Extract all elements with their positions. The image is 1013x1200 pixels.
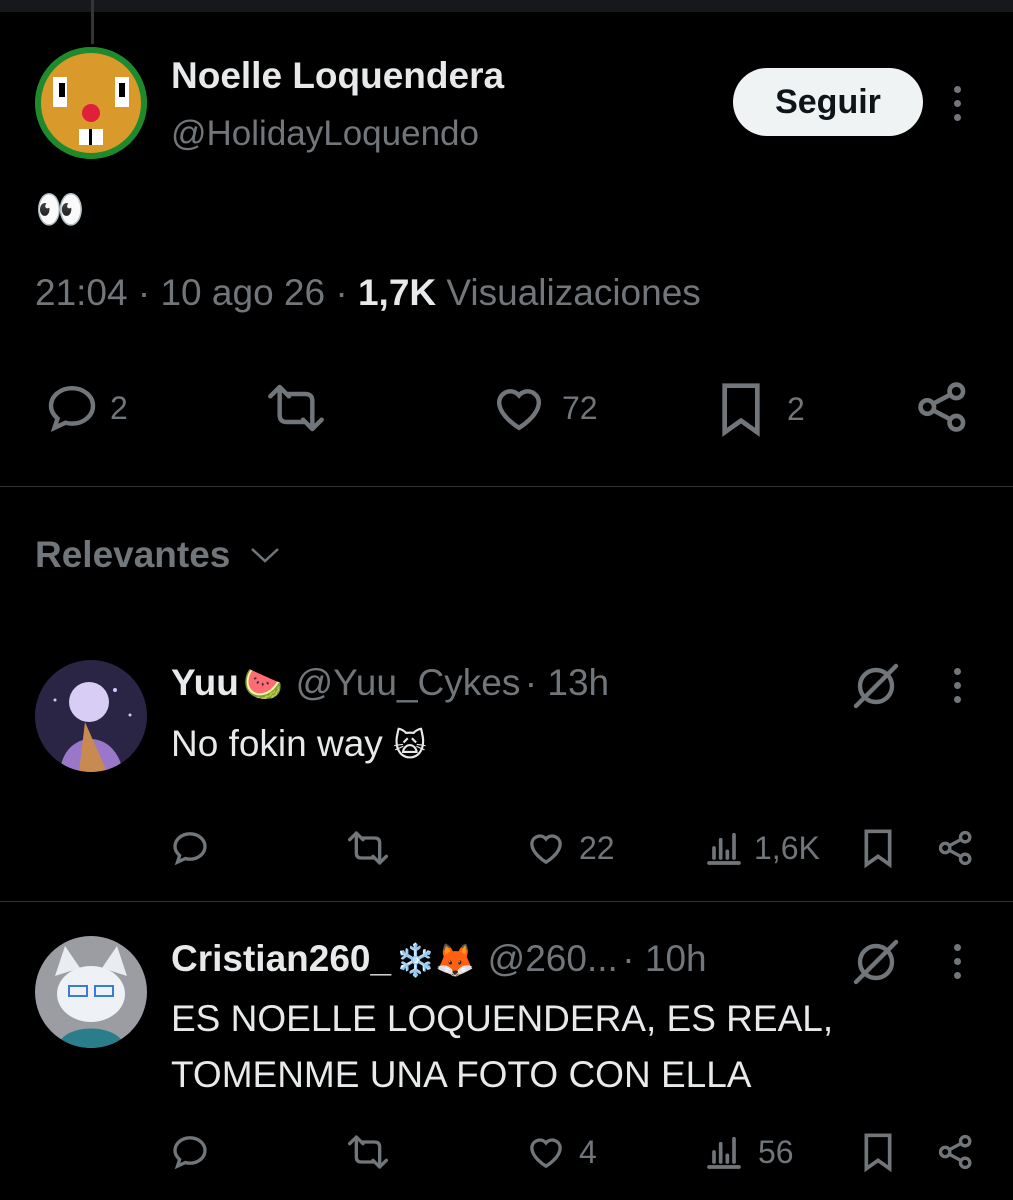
reply-button[interactable]: 2 xyxy=(44,380,128,436)
bookmark-icon xyxy=(864,829,892,869)
share-icon xyxy=(938,830,972,866)
reply-like-count: 4 xyxy=(579,1133,597,1170)
chevron-down-icon xyxy=(251,548,280,563)
analytics-icon xyxy=(707,832,741,865)
heart-icon xyxy=(496,389,542,431)
reply-views-count: 56 xyxy=(758,1133,794,1170)
author-avatar[interactable] xyxy=(35,47,147,159)
thread-line xyxy=(91,0,94,44)
grok-icon xyxy=(853,939,899,985)
bookmark-button[interactable]: 2 xyxy=(713,378,805,440)
reply-bookmark-button[interactable] xyxy=(858,1130,898,1174)
tweet-date[interactable]: 10 ago 26 xyxy=(160,272,325,313)
reply-share-button[interactable] xyxy=(936,1132,976,1172)
tweet-time[interactable]: 21:04 xyxy=(35,272,128,313)
reply-handle[interactable]: @Yuu_Cykes xyxy=(296,662,521,703)
reply-icon xyxy=(48,385,96,433)
grok-button[interactable] xyxy=(850,662,902,710)
reply-header: Yuu 🍉 @Yuu_Cykes · 13h xyxy=(171,662,610,703)
heart-icon xyxy=(530,1138,562,1169)
like-button[interactable]: 72 xyxy=(490,380,598,436)
top-bar xyxy=(0,0,1013,12)
heart-icon xyxy=(530,834,562,865)
reply-avatar[interactable] xyxy=(35,936,147,1048)
retweet-icon xyxy=(348,1135,389,1169)
analytics-icon xyxy=(707,1136,741,1169)
reply-header: Cristian260_ ❄️🦊 @260... · 10h xyxy=(171,938,707,979)
reply-text: No fokin way 🙀 xyxy=(171,723,427,764)
reply-text-emoji: 🙀 xyxy=(393,727,427,763)
views-count: 1,7K xyxy=(357,272,437,313)
grok-icon xyxy=(853,663,899,709)
reply-views-button[interactable]: 56 xyxy=(704,1132,794,1172)
reply-icon xyxy=(173,1136,207,1170)
reply-views-button[interactable]: 1,6K xyxy=(704,828,820,868)
reply-handle[interactable]: @260... xyxy=(488,938,618,979)
tweet-text: 👀 xyxy=(35,188,85,232)
reply-name[interactable]: Cristian260_ xyxy=(171,938,391,979)
reply-views-count: 1,6K xyxy=(754,829,820,866)
reply-more-icon[interactable] xyxy=(942,668,972,703)
reply-name-emoji: ❄️🦊 xyxy=(395,942,476,978)
reply-name[interactable]: Yuu xyxy=(171,662,239,703)
reply-bookmark-button[interactable] xyxy=(858,826,898,870)
grok-button[interactable] xyxy=(850,938,902,986)
sort-label: Relevantes xyxy=(35,534,231,575)
sort-dropdown[interactable]: Relevantes xyxy=(35,534,282,576)
author-name[interactable]: Noelle Loquendera xyxy=(171,55,504,97)
views-label: Visualizaciones xyxy=(446,272,701,313)
follow-button[interactable]: Seguir xyxy=(733,68,923,136)
reply-count: 2 xyxy=(110,389,128,426)
bookmark-icon xyxy=(864,1133,892,1173)
reply-text: ES NOELLE LOQUENDERA, ES REAL, TOMENME U… xyxy=(171,998,834,1095)
divider xyxy=(0,901,1013,902)
reply-icon xyxy=(173,832,207,866)
share-icon xyxy=(938,1134,972,1170)
reply-retweet-button[interactable] xyxy=(344,1132,392,1172)
reply-reply-button[interactable] xyxy=(170,1132,210,1172)
reply-name-emoji: 🍉 xyxy=(243,666,284,702)
like-count: 72 xyxy=(562,389,598,426)
reply-like-count: 22 xyxy=(579,829,615,866)
reply-share-button[interactable] xyxy=(936,828,976,868)
reply-like-button[interactable]: 4 xyxy=(525,1132,597,1172)
bookmark-count: 2 xyxy=(787,390,805,427)
tweet-meta: 21:04 · 10 ago 26 · 1,7K Visualizaciones xyxy=(35,272,701,313)
bookmark-icon xyxy=(722,383,760,437)
author-handle[interactable]: @HolidayLoquendo xyxy=(171,114,479,154)
reply-avatar[interactable] xyxy=(35,660,147,772)
share-button[interactable] xyxy=(914,378,972,436)
reply-retweet-button[interactable] xyxy=(344,828,392,868)
retweet-icon xyxy=(348,831,389,865)
reply-like-button[interactable]: 22 xyxy=(525,828,615,868)
divider xyxy=(0,486,1013,487)
reply-time[interactable]: 10h xyxy=(645,938,707,979)
retweet-icon xyxy=(268,384,324,432)
reply-reply-button[interactable] xyxy=(170,828,210,868)
reply-time[interactable]: 13h xyxy=(547,662,609,703)
retweet-button[interactable] xyxy=(262,380,330,436)
reply-more-icon[interactable] xyxy=(942,944,972,979)
more-options-icon[interactable] xyxy=(942,86,972,121)
share-icon xyxy=(918,382,966,432)
